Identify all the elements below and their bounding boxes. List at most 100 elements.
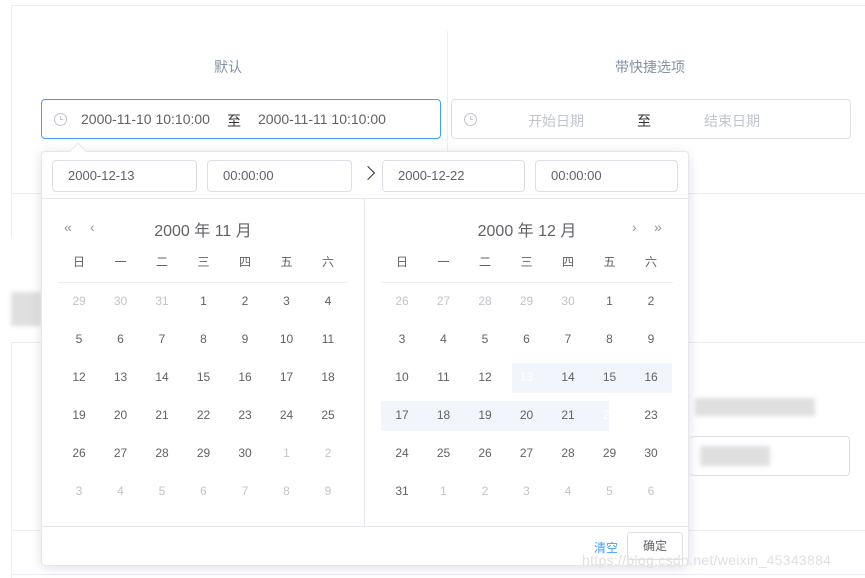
calendar-day[interactable]: 28 xyxy=(147,438,177,468)
calendar-day[interactable]: 28 xyxy=(470,286,500,316)
calendar-day[interactable]: 21 xyxy=(147,400,177,430)
calendar-day[interactable]: 6 xyxy=(189,476,219,506)
calendar-day[interactable]: 6 xyxy=(512,324,542,354)
calendar-day[interactable]: 11 xyxy=(429,362,459,392)
calendar-day[interactable]: 2 xyxy=(470,476,500,506)
shortcut-range-input[interactable]: 开始日期 至 结束日期 xyxy=(451,99,851,139)
calendar-day[interactable]: 20 xyxy=(106,400,136,430)
calendar-day[interactable]: 4 xyxy=(429,324,459,354)
calendar-day[interactable]: 3 xyxy=(64,476,94,506)
calendar-day[interactable]: 5 xyxy=(64,324,94,354)
calendar-day[interactable]: 12 xyxy=(470,362,500,392)
calendar-day[interactable]: 5 xyxy=(147,476,177,506)
calendar-day[interactable]: 10 xyxy=(387,362,417,392)
calendar-day[interactable]: 29 xyxy=(189,438,219,468)
prev-month-icon[interactable]: ‹ xyxy=(90,219,95,235)
end-datetime-value[interactable]: 2000-11-11 10:10:00 xyxy=(258,111,386,127)
calendar-day[interactable]: 14 xyxy=(553,362,583,392)
calendar-day[interactable]: 31 xyxy=(147,286,177,316)
calendar-day[interactable]: 4 xyxy=(553,476,583,506)
start-date-placeholder[interactable]: 开始日期 xyxy=(528,111,584,131)
start-time-input[interactable]: 00:00:00 xyxy=(207,160,352,192)
calendar-day[interactable]: 30 xyxy=(553,286,583,316)
calendar-day[interactable]: 19 xyxy=(470,400,500,430)
prev-year-icon[interactable]: « xyxy=(64,219,72,235)
calendar-day[interactable]: 29 xyxy=(512,286,542,316)
end-date-input[interactable]: 2000-12-22 xyxy=(382,160,525,192)
calendar-day[interactable]: 26 xyxy=(64,438,94,468)
calendar-day[interactable]: 1 xyxy=(429,476,459,506)
calendar-day[interactable]: 23 xyxy=(636,400,666,430)
calendar-day[interactable]: 1 xyxy=(272,438,302,468)
calendar-day[interactable]: 1 xyxy=(595,286,625,316)
calendar-day[interactable]: 20 xyxy=(512,400,542,430)
start-date-input[interactable]: 2000-12-13 xyxy=(52,160,197,192)
calendar-day[interactable]: 5 xyxy=(595,476,625,506)
calendar-day[interactable]: 6 xyxy=(636,476,666,506)
start-datetime-value[interactable]: 2000-11-10 10:10:00 xyxy=(81,111,210,127)
calendar-day[interactable]: 6 xyxy=(106,324,136,354)
calendar-day[interactable]: 8 xyxy=(272,476,302,506)
calendar-day[interactable]: 8 xyxy=(189,324,219,354)
calendar-day[interactable]: 11 xyxy=(313,324,343,354)
calendar-day[interactable]: 19 xyxy=(64,400,94,430)
end-date-placeholder[interactable]: 结束日期 xyxy=(704,111,760,131)
calendar-day[interactable]: 23 xyxy=(230,400,260,430)
next-month-icon[interactable]: › xyxy=(632,219,637,235)
calendar-day[interactable]: 8 xyxy=(595,324,625,354)
calendar-day[interactable]: 27 xyxy=(106,438,136,468)
right-weekday: 四 xyxy=(561,255,574,269)
calendar-day[interactable]: 17 xyxy=(387,400,417,430)
calendar-day[interactable]: 30 xyxy=(106,286,136,316)
calendar-day[interactable]: 9 xyxy=(313,476,343,506)
calendar-day[interactable]: 7 xyxy=(147,324,177,354)
calendar-day[interactable]: 29 xyxy=(64,286,94,316)
calendar-day[interactable]: 26 xyxy=(470,438,500,468)
calendar-day[interactable]: 13 xyxy=(106,362,136,392)
calendar-day[interactable]: 17 xyxy=(272,362,302,392)
calendar-day[interactable]: 25 xyxy=(429,438,459,468)
calendar-day[interactable]: 1 xyxy=(189,286,219,316)
calendar-day[interactable]: 18 xyxy=(313,362,343,392)
calendar-day[interactable]: 2 xyxy=(313,438,343,468)
calendar-day[interactable]: 22 xyxy=(189,400,219,430)
calendar-day[interactable]: 27 xyxy=(512,438,542,468)
calendar-day[interactable]: 9 xyxy=(636,324,666,354)
calendar-day[interactable]: 3 xyxy=(512,476,542,506)
calendar-day[interactable]: 7 xyxy=(553,324,583,354)
calendar-day[interactable]: 7 xyxy=(230,476,260,506)
next-year-icon[interactable]: » xyxy=(654,219,662,235)
calendar-day[interactable]: 30 xyxy=(636,438,666,468)
calendar-day[interactable]: 25 xyxy=(313,400,343,430)
blurred-text xyxy=(700,446,770,466)
default-range-input[interactable]: 2000-11-10 10:10:00 至 2000-11-11 10:10:0… xyxy=(41,99,441,139)
calendar-day[interactable]: 3 xyxy=(387,324,417,354)
calendar-day[interactable]: 9 xyxy=(230,324,260,354)
calendar-day[interactable]: 24 xyxy=(272,400,302,430)
calendar-day[interactable]: 14 xyxy=(147,362,177,392)
calendar-day[interactable]: 16 xyxy=(636,362,666,392)
calendar-day[interactable]: 2 xyxy=(230,286,260,316)
calendar-day[interactable]: 27 xyxy=(429,286,459,316)
calendar-day[interactable]: 21 xyxy=(553,400,583,430)
calendar-day[interactable]: 12 xyxy=(64,362,94,392)
calendar-day[interactable]: 24 xyxy=(387,438,417,468)
calendar-day[interactable]: 4 xyxy=(106,476,136,506)
calendar-day[interactable]: 26 xyxy=(387,286,417,316)
calendar-day[interactable]: 2 xyxy=(636,286,666,316)
calendar-day[interactable]: 4 xyxy=(313,286,343,316)
calendar-day[interactable]: 3 xyxy=(272,286,302,316)
calendar-day[interactable]: 31 xyxy=(387,476,417,506)
calendar-day[interactable]: 22 xyxy=(595,400,625,430)
calendar-day[interactable]: 30 xyxy=(230,438,260,468)
calendar-day[interactable]: 18 xyxy=(429,400,459,430)
calendar-day[interactable]: 5 xyxy=(470,324,500,354)
calendar-day[interactable]: 15 xyxy=(189,362,219,392)
calendar-day[interactable]: 15 xyxy=(595,362,625,392)
calendar-day[interactable]: 13 xyxy=(512,362,542,392)
calendar-day[interactable]: 16 xyxy=(230,362,260,392)
calendar-day[interactable]: 29 xyxy=(595,438,625,468)
calendar-day[interactable]: 10 xyxy=(272,324,302,354)
calendar-day[interactable]: 28 xyxy=(553,438,583,468)
end-time-input[interactable]: 00:00:00 xyxy=(535,160,678,192)
